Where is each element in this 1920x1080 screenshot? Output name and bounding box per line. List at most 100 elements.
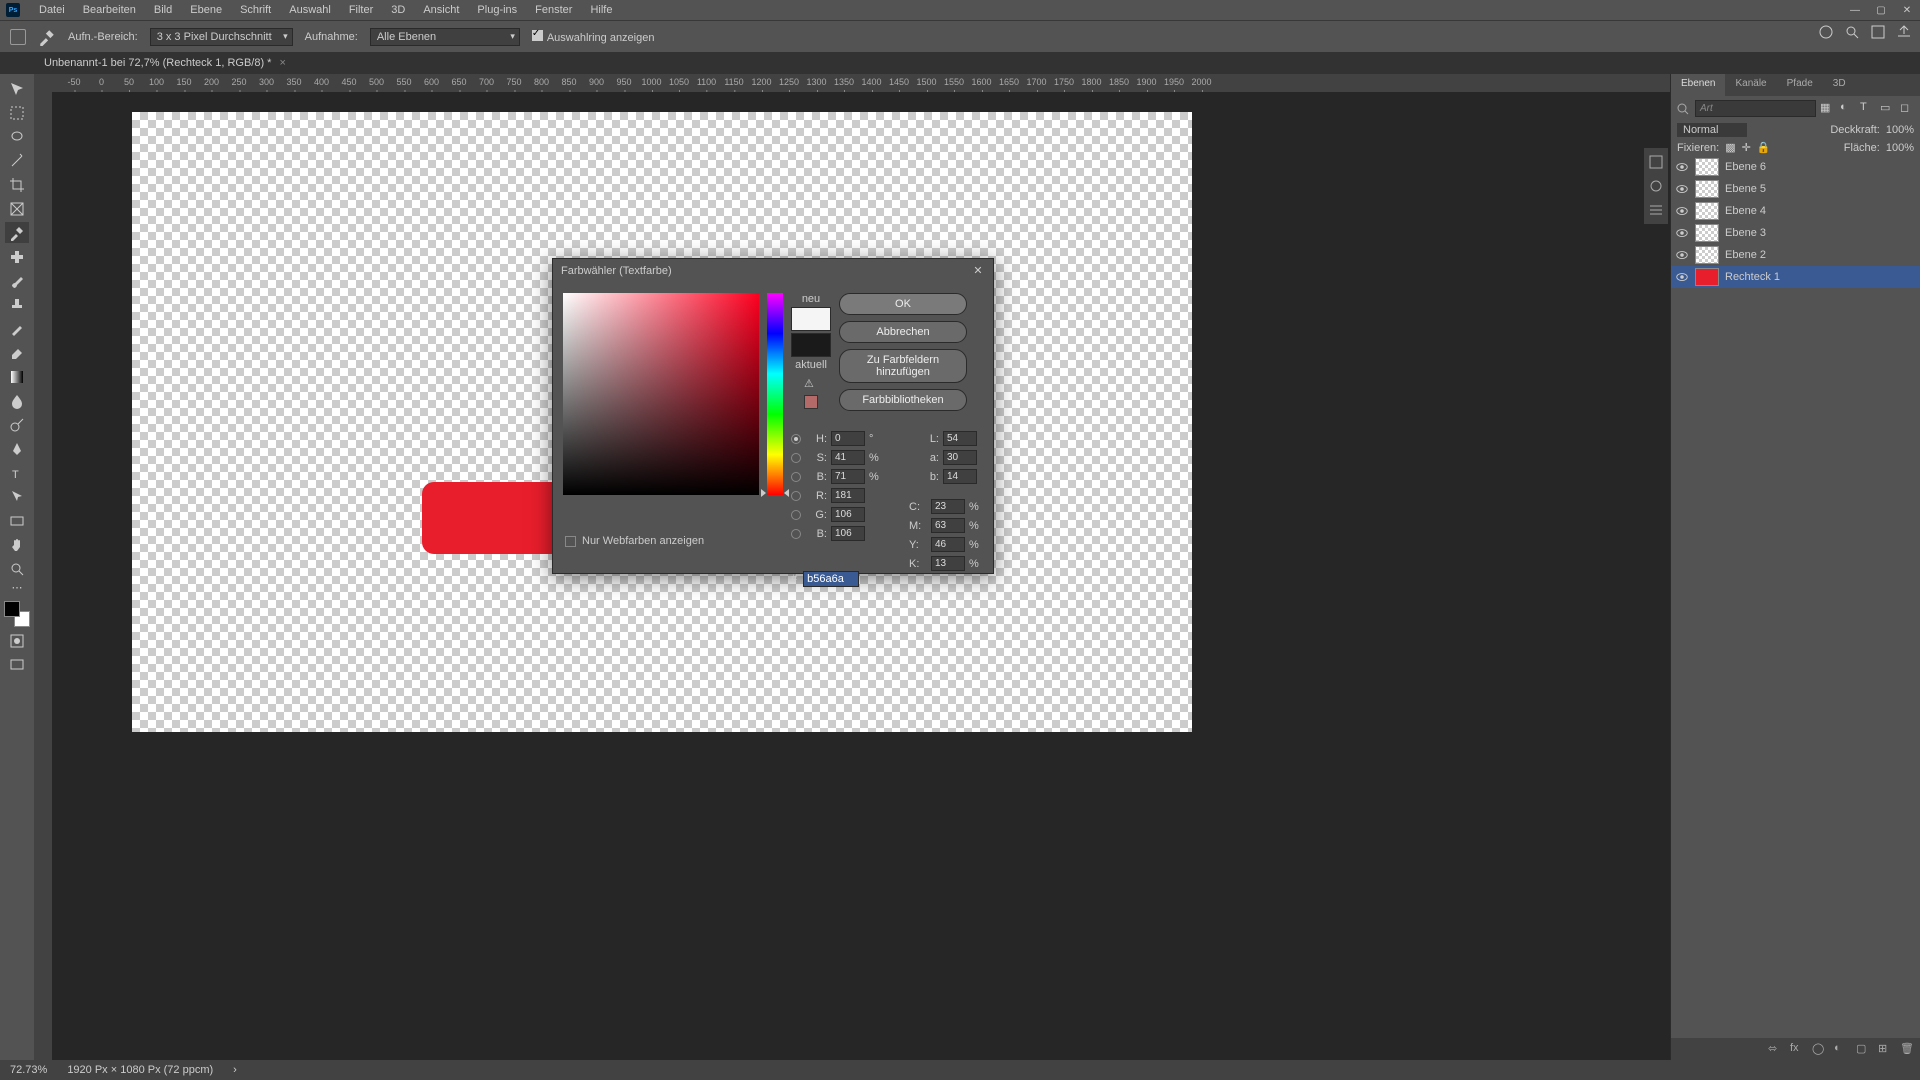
heal-tool[interactable]: [5, 246, 29, 267]
layer-thumbnail[interactable]: [1695, 224, 1719, 242]
layer-name[interactable]: Ebene 5: [1725, 183, 1766, 195]
workspace-icon[interactable]: [1870, 24, 1886, 40]
visibility-icon[interactable]: [1675, 160, 1689, 174]
ok-button[interactable]: OK: [839, 293, 967, 315]
layer-row[interactable]: Ebene 6: [1671, 156, 1920, 178]
hex-input[interactable]: [803, 571, 859, 587]
saturation-field[interactable]: [563, 293, 759, 495]
tab-3d[interactable]: 3D: [1823, 74, 1856, 96]
wand-tool[interactable]: [5, 150, 29, 171]
layer-row[interactable]: Ebene 4: [1671, 200, 1920, 222]
filter-shape-icon[interactable]: ▭: [1880, 101, 1896, 117]
menu-item[interactable]: Hilfe: [581, 4, 621, 16]
tab-channels[interactable]: Kanäle: [1725, 74, 1776, 96]
menu-item[interactable]: Auswahl: [280, 4, 340, 16]
home-icon[interactable]: [10, 29, 26, 45]
add-swatch-button[interactable]: Zu Farbfeldern hinzufügen: [839, 349, 967, 383]
cloud-icon[interactable]: [1818, 24, 1834, 40]
blur-tool[interactable]: [5, 390, 29, 411]
layer-thumbnail[interactable]: [1695, 180, 1719, 198]
g-input[interactable]: [831, 507, 865, 522]
sample-size-dropdown[interactable]: 3 x 3 Pixel Durchschnitt: [150, 28, 293, 46]
panel-icon[interactable]: [1648, 178, 1664, 194]
tab-layers[interactable]: Ebenen: [1671, 74, 1725, 96]
path-select-tool[interactable]: [5, 486, 29, 507]
a-input[interactable]: [943, 450, 977, 465]
layer-name[interactable]: Rechteck 1: [1725, 271, 1780, 283]
move-tool[interactable]: [5, 78, 29, 99]
layer-name[interactable]: Ebene 6: [1725, 161, 1766, 173]
radio-s[interactable]: [791, 453, 801, 463]
quickmask-tool[interactable]: [5, 630, 29, 651]
maximize-button[interactable]: ▢: [1868, 0, 1894, 20]
menu-item[interactable]: Datei: [30, 4, 74, 16]
menu-item[interactable]: Schrift: [231, 4, 280, 16]
panel-icon[interactable]: [1648, 202, 1664, 218]
search-icon[interactable]: [1675, 101, 1691, 117]
radio-b[interactable]: [791, 472, 801, 482]
c-input[interactable]: [931, 499, 965, 514]
collapsed-panels[interactable]: [1644, 148, 1668, 224]
show-ring-checkbox[interactable]: Auswahlring anzeigen: [532, 30, 655, 44]
close-button[interactable]: ✕: [1894, 0, 1920, 20]
filter-image-icon[interactable]: ▦: [1820, 101, 1836, 117]
menu-item[interactable]: Ebene: [181, 4, 231, 16]
lock-pixels-icon[interactable]: ▩: [1725, 141, 1735, 154]
hue-handle-right[interactable]: [784, 489, 789, 497]
color-libraries-button[interactable]: Farbbibliotheken: [839, 389, 967, 411]
visibility-icon[interactable]: [1675, 226, 1689, 240]
radio-r[interactable]: [791, 491, 801, 501]
menu-item[interactable]: Plug-ins: [468, 4, 526, 16]
opacity-value[interactable]: 100%: [1886, 124, 1914, 136]
blend-mode-dropdown[interactable]: Normal: [1677, 123, 1747, 137]
frame-tool[interactable]: [5, 198, 29, 219]
menu-item[interactable]: Bild: [145, 4, 181, 16]
r-input[interactable]: [831, 488, 865, 503]
menu-item[interactable]: Fenster: [526, 4, 581, 16]
layer-thumbnail[interactable]: [1695, 268, 1719, 286]
screenmode-tool[interactable]: [5, 654, 29, 675]
layer-row[interactable]: Ebene 3: [1671, 222, 1920, 244]
sample-layers-dropdown[interactable]: Alle Ebenen: [370, 28, 520, 46]
minimize-button[interactable]: —: [1842, 0, 1868, 20]
layer-thumbnail[interactable]: [1695, 202, 1719, 220]
mask-icon[interactable]: ◯: [1812, 1042, 1826, 1056]
fx-icon[interactable]: fx: [1790, 1042, 1804, 1056]
lasso-tool[interactable]: [5, 126, 29, 147]
layer-filter-input[interactable]: Art: [1695, 100, 1816, 117]
group-icon[interactable]: ▢: [1856, 1042, 1870, 1056]
close-icon[interactable]: ✕: [971, 264, 985, 278]
zoom-tool[interactable]: [5, 558, 29, 579]
layer-thumbnail[interactable]: [1695, 158, 1719, 176]
lock-all-icon[interactable]: 🔒: [1757, 141, 1771, 154]
menu-item[interactable]: Bearbeiten: [74, 4, 145, 16]
fill-value[interactable]: 100%: [1886, 142, 1914, 154]
panel-icon[interactable]: [1648, 154, 1664, 170]
s-input[interactable]: [831, 450, 865, 465]
new-layer-icon[interactable]: ⊞: [1878, 1042, 1892, 1056]
hand-tool[interactable]: [5, 534, 29, 555]
layer-name[interactable]: Ebene 3: [1725, 227, 1766, 239]
visibility-icon[interactable]: [1675, 270, 1689, 284]
status-arrow[interactable]: ›: [233, 1064, 237, 1076]
layer-thumbnail[interactable]: [1695, 246, 1719, 264]
link-layers-icon[interactable]: ⬄: [1768, 1042, 1782, 1056]
cancel-button[interactable]: Abbrechen: [839, 321, 967, 343]
close-tab-icon[interactable]: ×: [279, 57, 285, 69]
y-input[interactable]: [931, 537, 965, 552]
type-tool[interactable]: T: [5, 462, 29, 483]
layer-row[interactable]: Ebene 2: [1671, 244, 1920, 266]
visibility-icon[interactable]: [1675, 248, 1689, 262]
hue-slider[interactable]: [767, 293, 783, 495]
menu-item[interactable]: 3D: [382, 4, 414, 16]
marquee-tool[interactable]: [5, 102, 29, 123]
filter-type-icon[interactable]: T: [1860, 101, 1876, 117]
filter-smart-icon[interactable]: ◻: [1900, 101, 1916, 117]
m-input[interactable]: [931, 518, 965, 533]
b-input[interactable]: [943, 469, 977, 484]
radio-bb[interactable]: [791, 529, 801, 539]
web-colors-checkbox[interactable]: Nur Webfarben anzeigen: [565, 535, 704, 547]
eraser-tool[interactable]: [5, 342, 29, 363]
tab-paths[interactable]: Pfade: [1777, 74, 1823, 96]
document-tab[interactable]: Unbenannt-1 bei 72,7% (Rechteck 1, RGB/8…: [34, 54, 296, 72]
